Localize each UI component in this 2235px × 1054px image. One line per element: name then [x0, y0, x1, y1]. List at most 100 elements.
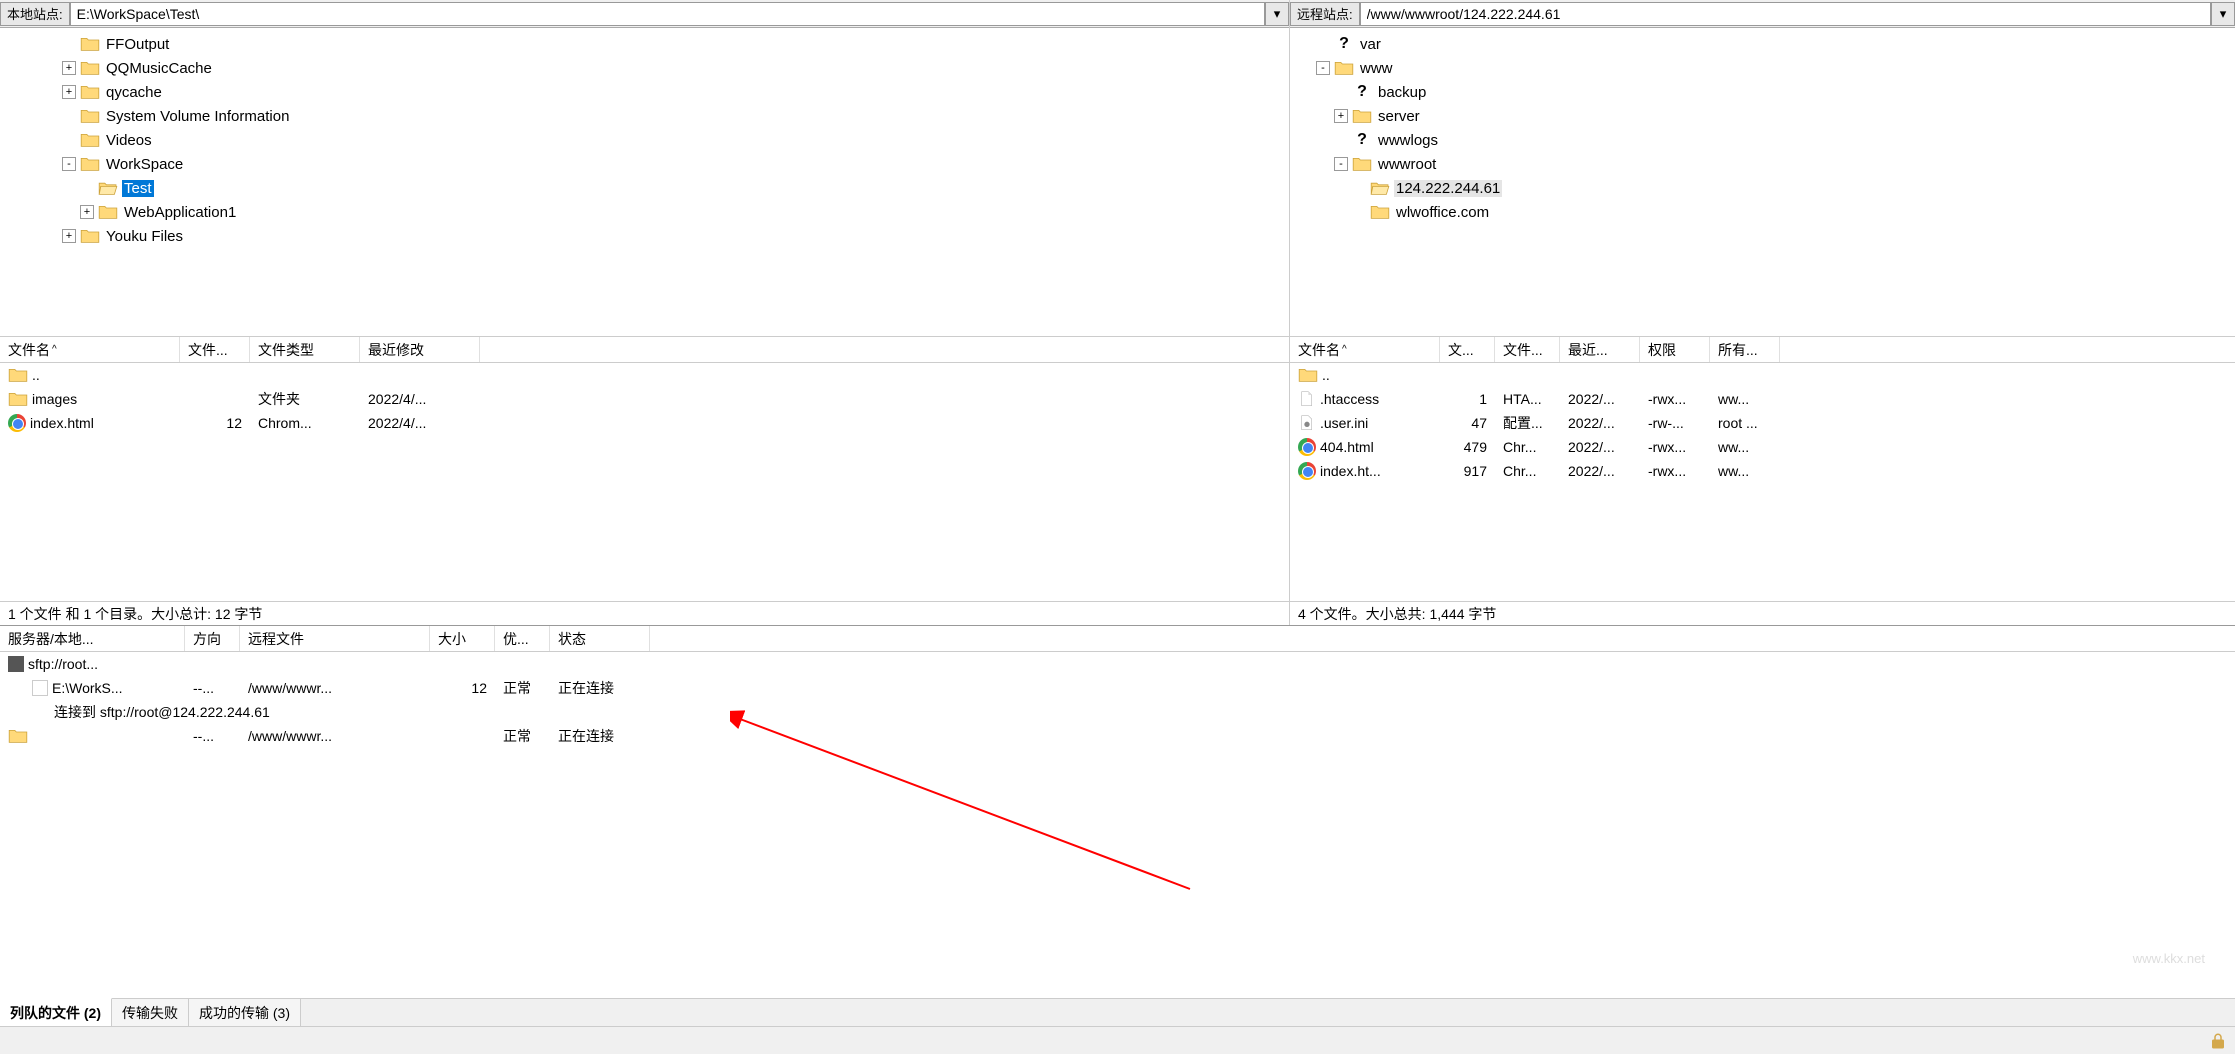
- remote-tree[interactable]: ?var-www?backup+server?wwwlogs-wwwroot12…: [1290, 28, 2235, 336]
- tree-item[interactable]: Test: [0, 176, 1289, 200]
- file-size: 917: [1440, 463, 1495, 479]
- column-header[interactable]: 方向: [185, 626, 240, 651]
- folder-icon: [80, 108, 100, 124]
- tree-item[interactable]: -wwwroot: [1290, 152, 2235, 176]
- file-name: ..: [32, 367, 40, 383]
- file-size: 47: [1440, 415, 1495, 431]
- tree-expander[interactable]: +: [80, 205, 94, 219]
- remote-columns[interactable]: 文件名^文...文件...最近...权限所有...: [1290, 337, 2235, 363]
- file-row[interactable]: 404.html479Chr...2022/...-rwx...ww...: [1290, 435, 2235, 459]
- tree-expander[interactable]: +: [1334, 109, 1348, 123]
- column-header[interactable]: 最近...: [1560, 337, 1640, 362]
- tree-label: var: [1358, 36, 1383, 53]
- file-row[interactable]: .user.ini47配置...2022/...-rw-...root ...: [1290, 411, 2235, 435]
- tree-expander[interactable]: -: [1334, 157, 1348, 171]
- file-row[interactable]: images文件夹2022/4/...: [0, 387, 1289, 411]
- tree-item[interactable]: FFOutput: [0, 32, 1289, 56]
- tree-item[interactable]: - WorkSpace: [0, 152, 1289, 176]
- column-header[interactable]: 最近修改: [360, 337, 480, 362]
- file-name: index.ht...: [1320, 463, 1381, 479]
- tree-item[interactable]: -www: [1290, 56, 2235, 80]
- tree-item[interactable]: +qycache: [0, 80, 1289, 104]
- queue-row[interactable]: sftp://root...: [0, 652, 2235, 676]
- tree-expander[interactable]: +: [62, 85, 76, 99]
- column-header[interactable]: 文件...: [180, 337, 250, 362]
- file-permissions: -rwx...: [1640, 439, 1710, 455]
- column-header[interactable]: 文件名^: [0, 337, 180, 362]
- local-files[interactable]: .. images文件夹2022/4/...index.html12Chrom..…: [0, 363, 1289, 601]
- file-row[interactable]: index.ht...917Chr...2022/...-rwx...ww...: [1290, 459, 2235, 483]
- tree-item[interactable]: wlwoffice.com: [1290, 200, 2235, 224]
- transfer-queue: 服务器/本地...方向远程文件大小优...状态 sftp://root...E:…: [0, 625, 2235, 998]
- column-header[interactable]: 大小: [430, 626, 495, 651]
- tree-item[interactable]: 124.222.244.61: [1290, 176, 2235, 200]
- folder-open-icon: [98, 180, 118, 196]
- queue-columns[interactable]: 服务器/本地...方向远程文件大小优...状态: [0, 626, 2235, 652]
- local-status-bar: 1 个文件 和 1 个目录。大小总计: 12 字节: [0, 601, 1289, 625]
- queue-tab[interactable]: 传输失败: [112, 999, 189, 1026]
- file-name: 404.html: [1320, 439, 1374, 455]
- column-header[interactable]: 权限: [1640, 337, 1710, 362]
- file-name: .user.ini: [1320, 415, 1368, 431]
- file-modified: 2022/4/...: [360, 415, 480, 431]
- file-row[interactable]: index.html12Chrom...2022/4/...: [0, 411, 1289, 435]
- tree-item[interactable]: +WebApplication1: [0, 200, 1289, 224]
- column-header[interactable]: 状态: [550, 626, 650, 651]
- queue-tab[interactable]: 列队的文件 (2): [0, 998, 112, 1026]
- queue-row[interactable]: 连接到 sftp://root@124.222.244.61: [0, 700, 2235, 724]
- queue-row[interactable]: E:\WorkS...--.../www/wwwr...12正常正在连接: [0, 676, 2235, 700]
- remote-status-bar: 4 个文件。大小总共: 1,444 字节: [1290, 601, 2235, 625]
- file-row[interactable]: .htaccess1HTA...2022/...-rwx...ww...: [1290, 387, 2235, 411]
- tree-label: WorkSpace: [104, 156, 185, 173]
- tree-item[interactable]: + server: [1290, 104, 2235, 128]
- column-header[interactable]: 文...: [1440, 337, 1495, 362]
- column-header[interactable]: 远程文件: [240, 626, 430, 651]
- file-size: 1: [1440, 391, 1495, 407]
- tree-item[interactable]: +QQMusicCache: [0, 56, 1289, 80]
- chrome-icon: [1298, 438, 1316, 456]
- local-columns[interactable]: 文件名^文件...文件类型最近修改: [0, 337, 1289, 363]
- tree-expander[interactable]: +: [62, 229, 76, 243]
- tree-item[interactable]: System Volume Information: [0, 104, 1289, 128]
- tree-expander[interactable]: -: [1316, 61, 1330, 75]
- tree-expander[interactable]: -: [62, 157, 76, 171]
- queue-row[interactable]: --.../www/wwwr...正常正在连接: [0, 724, 2235, 748]
- remote-path-input[interactable]: [1360, 2, 2211, 26]
- column-header[interactable]: 服务器/本地...: [0, 626, 185, 651]
- tree-item[interactable]: ?wwwlogs: [1290, 128, 2235, 152]
- column-header[interactable]: 优...: [495, 626, 550, 651]
- local-tree[interactable]: FFOutput +QQMusicCache+qycacheSystem Volu…: [0, 28, 1289, 336]
- column-header[interactable]: 文件名^: [1290, 337, 1440, 362]
- queue-rows[interactable]: sftp://root...E:\WorkS...--.../www/wwwr.…: [0, 652, 2235, 998]
- folder-open-icon: [1370, 180, 1390, 196]
- column-header[interactable]: 所有...: [1710, 337, 1780, 362]
- file-type: Chr...: [1495, 463, 1560, 479]
- unknown-folder-icon: ?: [1334, 35, 1354, 53]
- column-header[interactable]: 文件类型: [250, 337, 360, 362]
- local-path-dropdown[interactable]: ▾: [1265, 2, 1289, 26]
- tree-expander[interactable]: +: [62, 61, 76, 75]
- tree-item[interactable]: + Youku Files: [0, 224, 1289, 248]
- file-row[interactable]: ..: [0, 363, 1289, 387]
- queue-tab[interactable]: 成功的传输 (3): [189, 999, 301, 1026]
- tree-item[interactable]: ?var: [1290, 32, 2235, 56]
- file-owner: root ...: [1710, 415, 1780, 431]
- folder-icon: [8, 367, 28, 383]
- column-header[interactable]: 文件...: [1495, 337, 1560, 362]
- tree-label: FFOutput: [104, 36, 171, 53]
- tree-label: Youku Files: [104, 228, 185, 245]
- remote-files[interactable]: ...htaccess1HTA...2022/...-rwx...ww... .u…: [1290, 363, 2235, 601]
- local-site-label: 本地站点:: [0, 2, 70, 26]
- folder-icon: [80, 156, 100, 172]
- file-icon: [32, 680, 48, 696]
- remote-path-dropdown[interactable]: ▾: [2211, 2, 2235, 26]
- queue-direction: --...: [185, 680, 240, 696]
- local-file-list: 文件名^文件...文件类型最近修改 .. images文件夹2022/4/...i…: [0, 336, 1289, 601]
- local-path-input[interactable]: [70, 2, 1265, 26]
- file-icon: [1298, 391, 1316, 407]
- local-site-bar: 本地站点: ▾: [0, 0, 1289, 28]
- tree-item[interactable]: ?backup: [1290, 80, 2235, 104]
- file-row[interactable]: ..: [1290, 363, 2235, 387]
- tree-item[interactable]: Videos: [0, 128, 1289, 152]
- tree-label: server: [1376, 108, 1422, 125]
